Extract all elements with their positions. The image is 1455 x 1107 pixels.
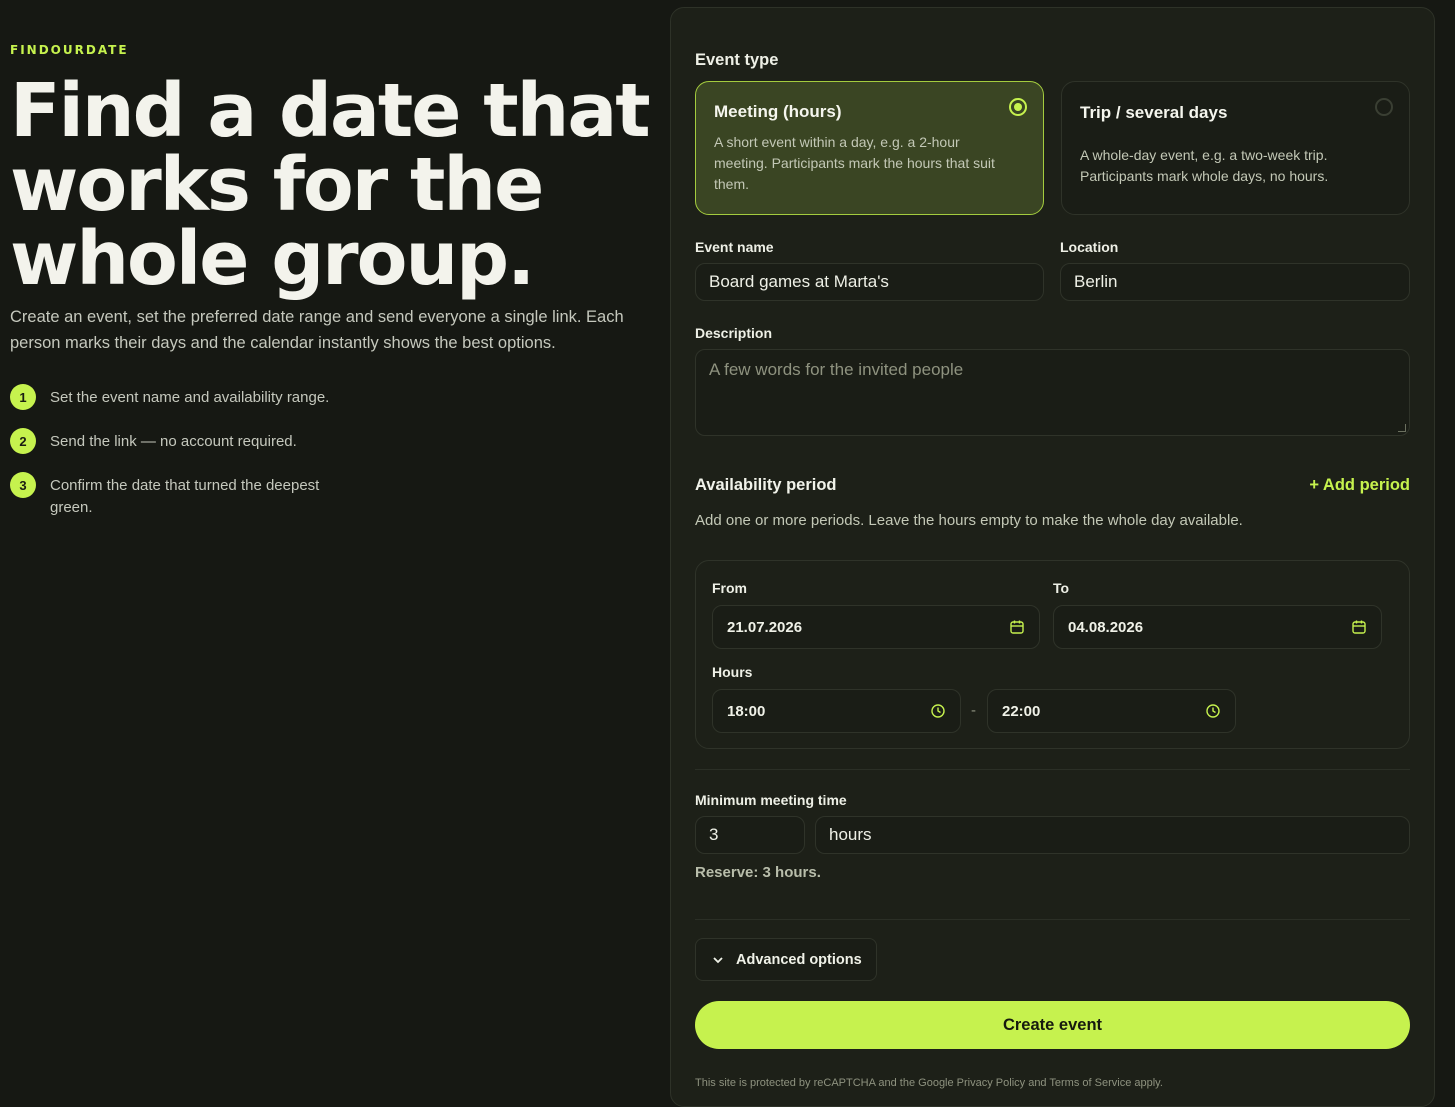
section-divider [695, 919, 1410, 920]
location-label: Location [1060, 239, 1119, 255]
step-text: Set the event name and availability rang… [50, 389, 330, 406]
from-label: From [712, 580, 747, 596]
brand-logo: FINDOURDATE [10, 43, 129, 57]
event-type-trip-card[interactable]: Trip / several days A whole-day event, e… [1061, 81, 1410, 215]
event-type-label: Event type [695, 51, 779, 69]
reserve-text: Reserve: 3 hours. [695, 864, 821, 881]
calendar-icon[interactable] [1009, 619, 1025, 635]
step-text: Confirm the date that turned the deepest… [50, 477, 320, 516]
clock-icon[interactable] [930, 703, 946, 719]
step-number-badge: 2 [10, 428, 36, 454]
advanced-options-button[interactable]: Advanced options [695, 938, 877, 981]
step-number-badge: 3 [10, 472, 36, 498]
from-date-value: 21.07.2026 [727, 618, 803, 636]
radio-unselected-icon[interactable] [1375, 98, 1393, 116]
advanced-options-label: Advanced options [736, 951, 862, 968]
event-form-panel: Event type Meeting (hours) A short event… [670, 7, 1435, 1107]
event-type-title: Meeting (hours) [714, 102, 842, 121]
hours-label: Hours [712, 664, 753, 680]
to-date-value: 04.08.2026 [1068, 618, 1144, 636]
event-type-description: A whole-day event, e.g. a two-week trip.… [1080, 147, 1329, 184]
min-time-label: Minimum meeting time [695, 792, 847, 808]
availability-title: Availability period [695, 476, 837, 494]
hours-separator: - [971, 702, 976, 719]
to-label: To [1053, 580, 1070, 596]
recaptcha-notice: This site is protected by reCAPTCHA and … [695, 1077, 1163, 1089]
min-time-input[interactable]: 3 [695, 816, 805, 854]
step-number-badge: 1 [10, 384, 36, 410]
description-textarea[interactable]: A few words for the invited people [695, 349, 1410, 436]
radio-selected-icon[interactable] [1009, 98, 1027, 116]
hours-to-input[interactable]: 22:00 [987, 689, 1236, 733]
chevron-down-icon [713, 956, 723, 963]
event-type-title: Trip / several days [1080, 103, 1228, 122]
steps-list: 1 Set the event name and availability ra… [10, 384, 370, 537]
step-item: 3 Confirm the date that turned the deepe… [10, 472, 370, 519]
create-event-button[interactable]: Create event [695, 1001, 1410, 1049]
step-item: 2 Send the link — no account required. [10, 428, 370, 454]
period-card: From 21.07.2026 To 04.08.2026 Hours 18:0… [695, 560, 1410, 749]
min-time-unit-select[interactable]: hours [815, 816, 1410, 854]
step-text: Send the link — no account required. [50, 433, 297, 450]
resize-handle-icon[interactable] [1398, 424, 1406, 432]
step-item: 1 Set the event name and availability ra… [10, 384, 370, 410]
location-input[interactable]: Berlin [1060, 263, 1410, 301]
description-label: Description [695, 325, 773, 341]
description-placeholder: A few words for the invited people [709, 360, 964, 379]
clock-icon[interactable] [1205, 703, 1221, 719]
to-date-input[interactable]: 04.08.2026 [1053, 605, 1382, 649]
availability-hint: Add one or more periods. Leave the hours… [695, 512, 1243, 529]
intro-text: Create an event, set the preferred date … [10, 308, 624, 352]
event-type-description: A short event within a day, e.g. a 2-hou… [714, 134, 995, 192]
add-period-button[interactable]: + Add period [1309, 476, 1410, 495]
calendar-icon[interactable] [1351, 619, 1367, 635]
section-divider [695, 769, 1410, 770]
event-name-input[interactable]: Board games at Marta's [695, 263, 1044, 301]
event-type-meeting-card[interactable]: Meeting (hours) A short event within a d… [695, 81, 1044, 215]
hours-to-value: 22:00 [1002, 702, 1041, 720]
event-name-label: Event name [695, 239, 774, 255]
hours-from-input[interactable]: 18:00 [712, 689, 961, 733]
page-title: Find a date that works for the whole gro… [10, 68, 651, 302]
hours-from-value: 18:00 [727, 702, 766, 720]
from-date-input[interactable]: 21.07.2026 [712, 605, 1040, 649]
